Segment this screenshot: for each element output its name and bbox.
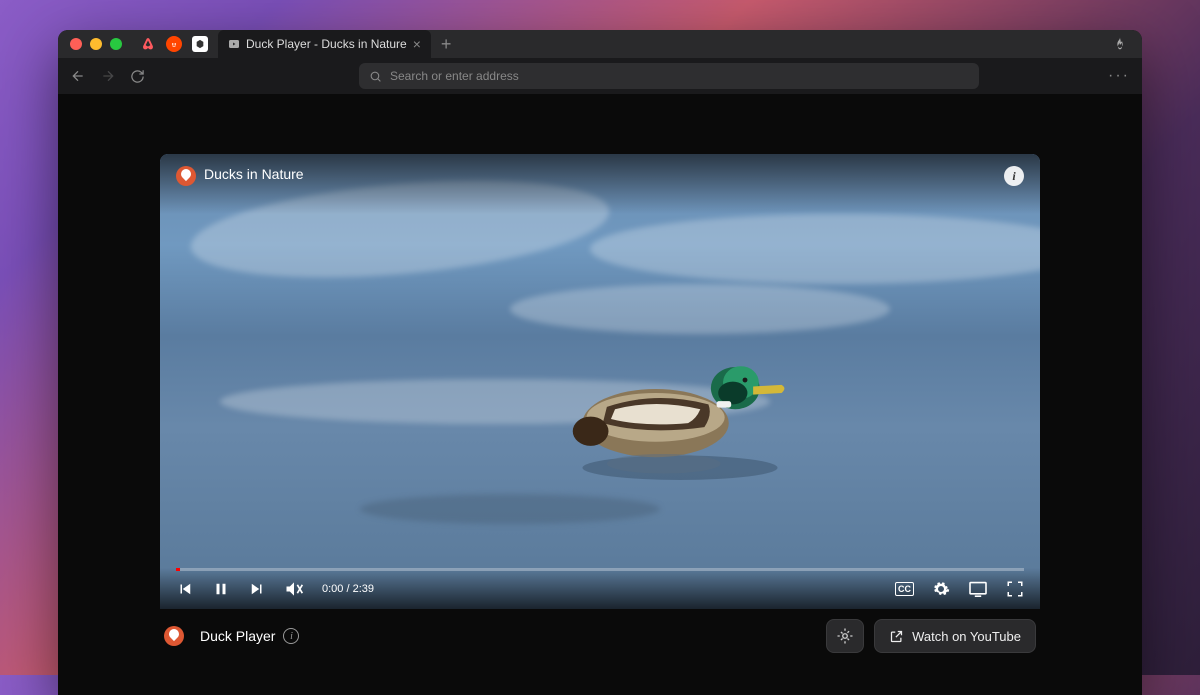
- duckduckgo-logo-icon: [164, 626, 184, 646]
- new-tab-button[interactable]: +: [441, 34, 452, 55]
- player-settings-button[interactable]: [826, 619, 864, 653]
- video-player[interactable]: Ducks in Nature i: [160, 154, 1040, 609]
- player-container: Ducks in Nature i: [160, 154, 1040, 663]
- time-display: 0:00 / 2:39: [322, 583, 374, 595]
- window-controls: [70, 38, 122, 50]
- next-button[interactable]: [248, 580, 266, 598]
- toolbar: Search or enter address ···: [58, 58, 1142, 94]
- cast-button[interactable]: [968, 581, 988, 597]
- fullscreen-button[interactable]: [1006, 580, 1024, 598]
- active-tab[interactable]: Duck Player - Ducks in Nature ×: [218, 30, 431, 58]
- maximize-window-button[interactable]: [110, 38, 122, 50]
- address-placeholder: Search or enter address: [390, 69, 519, 83]
- tab-title: Duck Player - Ducks in Nature: [246, 37, 407, 51]
- settings-button[interactable]: [932, 580, 950, 598]
- reload-button[interactable]: [130, 69, 145, 84]
- browser-window: Duck Player - Ducks in Nature × + Search…: [58, 30, 1142, 695]
- video-overlay-top: Ducks in Nature i: [160, 154, 1040, 214]
- play-icon: [228, 38, 240, 50]
- close-tab-icon[interactable]: ×: [413, 36, 421, 52]
- address-bar[interactable]: Search or enter address: [359, 63, 979, 89]
- pause-button[interactable]: [212, 580, 230, 598]
- previous-button[interactable]: [176, 580, 194, 598]
- minimize-window-button[interactable]: [90, 38, 102, 50]
- back-button[interactable]: [70, 68, 86, 84]
- external-link-icon: [889, 629, 904, 644]
- search-icon: [369, 70, 382, 83]
- close-window-button[interactable]: [70, 38, 82, 50]
- info-icon[interactable]: i: [283, 628, 299, 644]
- mute-button[interactable]: [284, 579, 304, 599]
- forward-button[interactable]: [100, 68, 116, 84]
- pinned-tabs: [140, 36, 208, 52]
- airbnb-icon[interactable]: [140, 36, 156, 52]
- site-icon[interactable]: [192, 36, 208, 52]
- reddit-icon[interactable]: [166, 36, 182, 52]
- video-controls: 0:00 / 2:39 CC: [160, 568, 1040, 609]
- fire-icon[interactable]: [1112, 36, 1128, 52]
- more-menu-button[interactable]: ···: [1108, 67, 1130, 85]
- captions-button[interactable]: CC: [895, 582, 914, 596]
- duration: 2:39: [353, 583, 374, 595]
- progress-bar[interactable]: [176, 568, 1024, 571]
- app-name: Duck Player: [200, 628, 275, 644]
- current-time: 0:00: [322, 583, 343, 595]
- info-icon[interactable]: i: [1004, 166, 1024, 186]
- page-content: Ducks in Nature i: [58, 94, 1142, 695]
- video-frame: [160, 154, 1040, 609]
- titlebar: Duck Player - Ducks in Nature × +: [58, 30, 1142, 58]
- watch-label: Watch on YouTube: [912, 629, 1021, 644]
- duckduckgo-logo-icon: [176, 166, 196, 186]
- player-footer: Duck Player i Watch on YouTube: [160, 609, 1040, 663]
- watch-on-youtube-button[interactable]: Watch on YouTube: [874, 619, 1036, 653]
- duck-illustration: [540, 354, 820, 484]
- video-title: Ducks in Nature: [204, 166, 304, 182]
